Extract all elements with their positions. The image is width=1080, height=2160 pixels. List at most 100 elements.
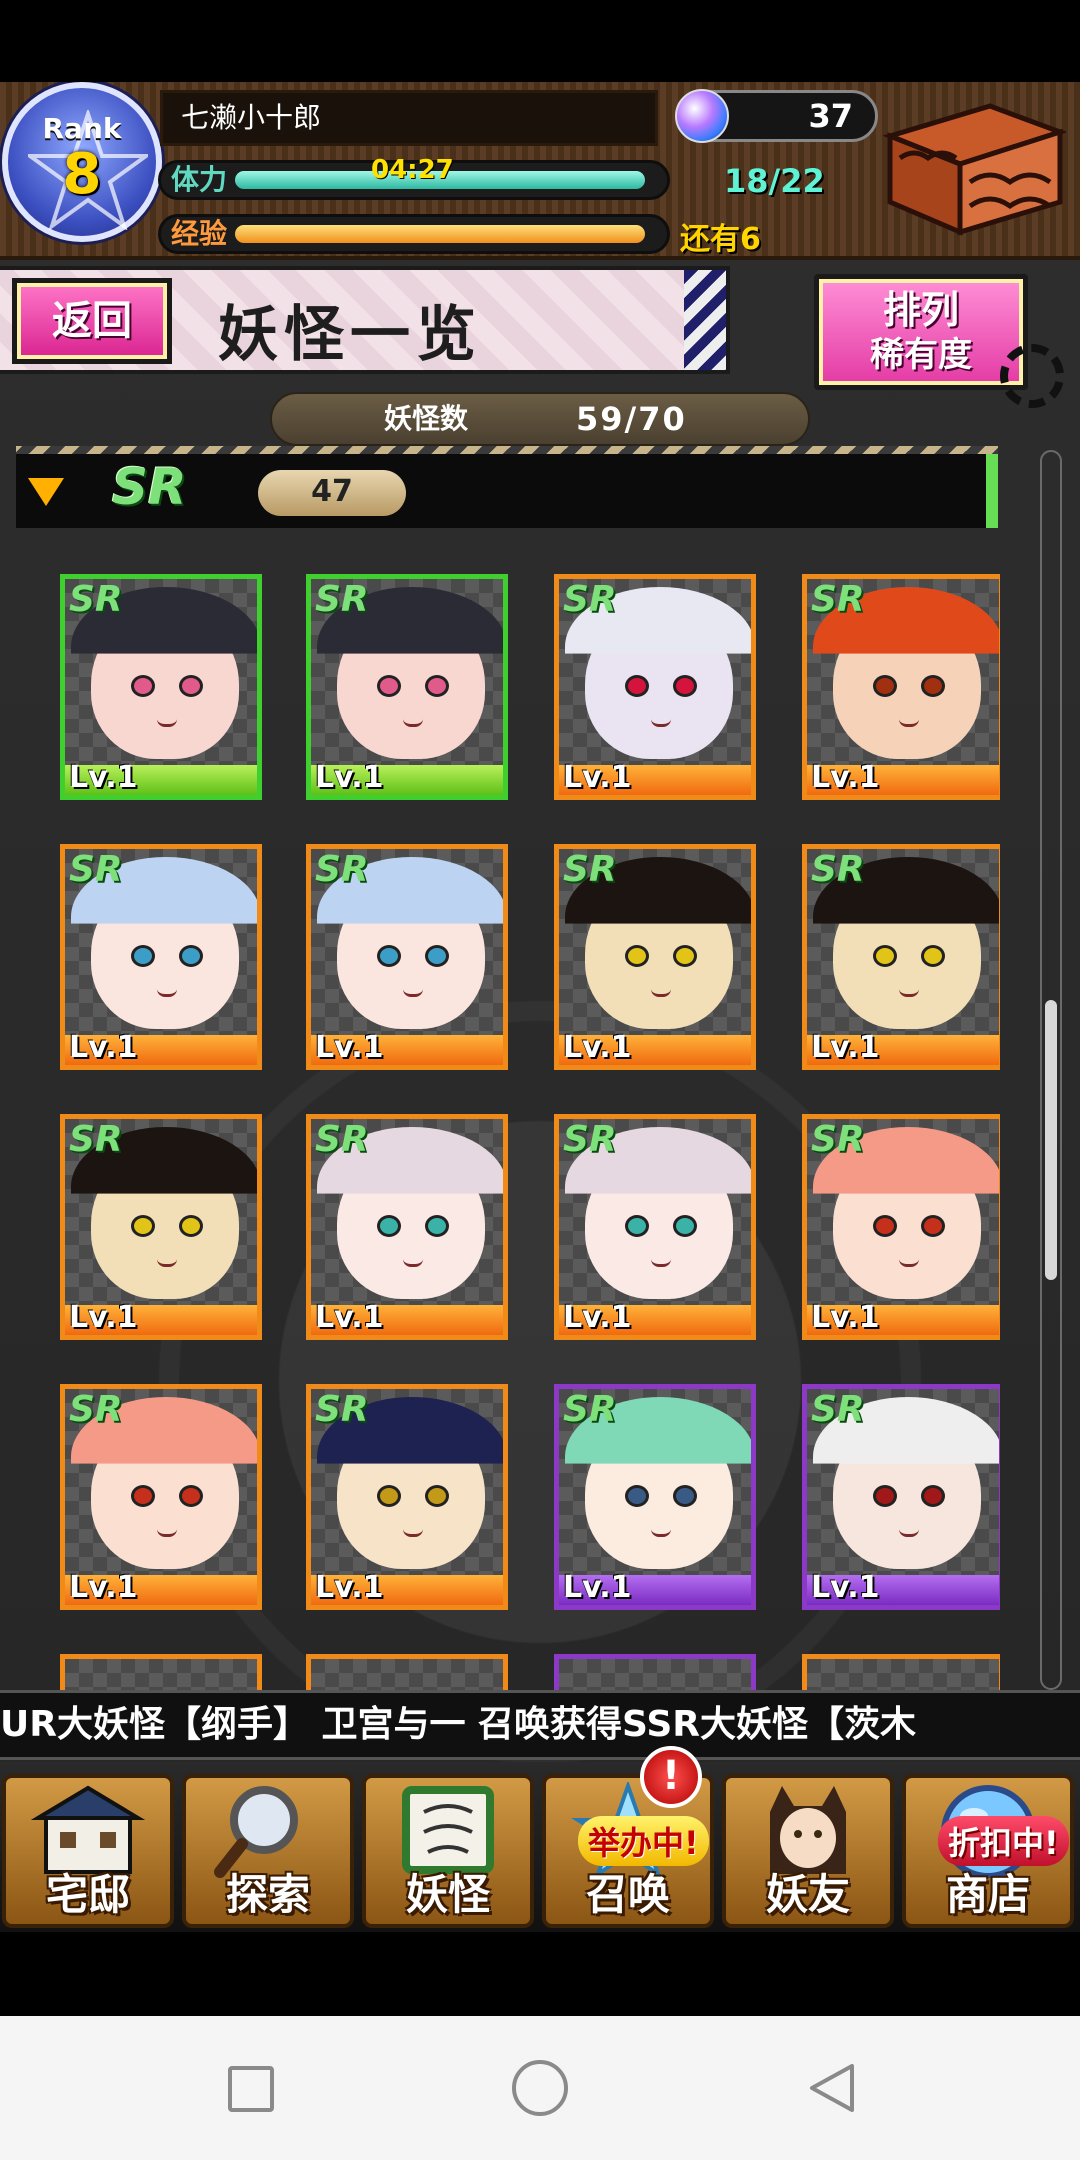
category-header-sr[interactable]: SR 47: [16, 446, 998, 528]
nav-item-4[interactable]: 妖友: [720, 1762, 896, 1928]
card-level: Lv.1: [315, 1300, 384, 1335]
yokai-card[interactable]: SR Lv.1: [60, 574, 262, 800]
nav-label: 宅邸: [45, 1870, 130, 1919]
card-level: Lv.1: [811, 1030, 880, 1065]
rank-value: 8: [62, 142, 102, 207]
notification-icon: !: [640, 1746, 702, 1808]
card-level: Lv.1: [69, 1300, 138, 1335]
yokai-card-partial[interactable]: [60, 1654, 262, 1694]
character-eye: [921, 945, 945, 967]
yokai-card[interactable]: SR Lv.1: [306, 844, 508, 1070]
card-rarity-tag: SR: [563, 849, 617, 890]
gem-count: 37: [808, 97, 853, 135]
character-eye: [921, 1485, 945, 1507]
character-eye: [131, 675, 155, 697]
scrollbar-thumb[interactable]: [1045, 1000, 1057, 1280]
nav-item-0[interactable]: 宅邸: [0, 1762, 176, 1928]
card-background: [559, 1659, 751, 1694]
sort-button[interactable]: 排列 稀有度: [814, 274, 1028, 390]
card-level: Lv.1: [315, 1570, 384, 1605]
card-rarity-tag: SR: [315, 849, 369, 890]
character-eye: [377, 945, 401, 967]
nav-item-1[interactable]: 探索: [180, 1762, 356, 1928]
title-plate-stripe: [684, 270, 726, 370]
player-name: 七濑小十郎: [160, 90, 658, 146]
character-eye: [425, 1215, 449, 1237]
recent-apps-button[interactable]: [228, 2066, 274, 2112]
yokai-card[interactable]: SR Lv.1: [306, 1114, 508, 1340]
character-eye: [179, 1215, 203, 1237]
game-area: Rank 8 七濑小十郎 体力 04:27 18/22 经验 还有6 37 返回…: [0, 82, 1080, 1932]
yokai-card[interactable]: SR Lv.1: [554, 844, 756, 1070]
yokai-card-partial[interactable]: [306, 1654, 508, 1694]
character-eye: [673, 1485, 697, 1507]
nav-label: 召唤: [585, 1870, 670, 1919]
system-nav-bar: [0, 2016, 1080, 2160]
card-rarity-tag: SR: [811, 849, 865, 890]
yokai-card[interactable]: SR Lv.1: [554, 1384, 756, 1610]
character-eye: [873, 675, 897, 697]
card-background: [311, 1659, 503, 1694]
collection-count: 妖怪数 59/70: [270, 392, 810, 446]
collection-value: 59/70: [576, 400, 687, 438]
nav-item-2[interactable]: 妖怪: [360, 1762, 536, 1928]
gem-counter[interactable]: 37: [675, 89, 878, 143]
yokai-card[interactable]: SR Lv.1: [60, 844, 262, 1070]
character-eye: [425, 675, 449, 697]
nav-item-3[interactable]: 举办中!! 召唤: [540, 1746, 716, 1928]
collapse-arrow-icon[interactable]: [28, 478, 64, 506]
rank-badge[interactable]: Rank 8: [2, 82, 162, 242]
yokai-card-partial[interactable]: [802, 1654, 1000, 1694]
yokai-card[interactable]: SR Lv.1: [60, 1384, 262, 1610]
card-rarity-tag: SR: [315, 1119, 369, 1160]
character-eye: [377, 1485, 401, 1507]
yokai-card[interactable]: SR Lv.1: [802, 844, 1000, 1070]
rank-label: Rank: [42, 112, 122, 145]
character-eye: [625, 1485, 649, 1507]
home-button[interactable]: [512, 2060, 568, 2116]
ticker-text: UR大妖怪【纲手】 卫宫与一 召唤获得SSR大妖怪【茨木: [0, 1704, 916, 1745]
card-level: Lv.1: [811, 1300, 880, 1335]
treasure-chest-icon[interactable]: [880, 92, 1066, 242]
stamina-timer: 04:27: [371, 155, 454, 185]
character-eye: [673, 675, 697, 697]
character-eye: [425, 945, 449, 967]
yokai-card[interactable]: SR Lv.1: [60, 1114, 262, 1340]
yokai-card[interactable]: SR Lv.1: [306, 574, 508, 800]
back-triangle-icon[interactable]: [804, 2060, 860, 2116]
stamina-label: 体力: [171, 163, 228, 196]
character-eye: [179, 1485, 203, 1507]
card-rarity-tag: SR: [811, 579, 865, 620]
yokai-card-partial[interactable]: [554, 1654, 756, 1694]
character-eye: [673, 1215, 697, 1237]
nav-label: 妖怪: [405, 1870, 490, 1919]
back-button[interactable]: 返回: [12, 278, 172, 364]
card-background: [807, 1659, 999, 1694]
character-eye: [625, 675, 649, 697]
card-rarity-tag: SR: [69, 579, 123, 620]
collection-label: 妖怪数: [384, 402, 469, 435]
category-header-end: [986, 454, 998, 528]
character-eye: [377, 1215, 401, 1237]
yokai-card[interactable]: SR Lv.1: [554, 574, 756, 800]
yokai-card[interactable]: SR Lv.1: [306, 1384, 508, 1610]
nav-item-5[interactable]: 折扣中! 商店: [900, 1762, 1076, 1928]
character-eye: [673, 945, 697, 967]
yokai-card[interactable]: SR Lv.1: [802, 574, 1000, 800]
card-rarity-tag: SR: [315, 579, 369, 620]
character-eye: [131, 1485, 155, 1507]
yokai-card[interactable]: SR Lv.1: [554, 1114, 756, 1340]
card-level: Lv.1: [69, 1030, 138, 1065]
card-rarity-tag: SR: [69, 1389, 123, 1430]
nav-badge: 折扣中!: [938, 1816, 1069, 1866]
card-level: Lv.1: [69, 760, 138, 795]
nav-badge: 举办中!: [578, 1816, 709, 1866]
yokai-card[interactable]: SR Lv.1: [802, 1114, 1000, 1340]
nav-label: 妖友: [765, 1870, 850, 1919]
exp-fill: [235, 225, 645, 243]
character-eye: [921, 1215, 945, 1237]
yokai-card[interactable]: SR Lv.1: [802, 1384, 1000, 1610]
sort-button-label: 排列: [882, 288, 959, 332]
category-count: 47: [258, 470, 406, 516]
nav-label: 商店: [945, 1870, 1030, 1919]
